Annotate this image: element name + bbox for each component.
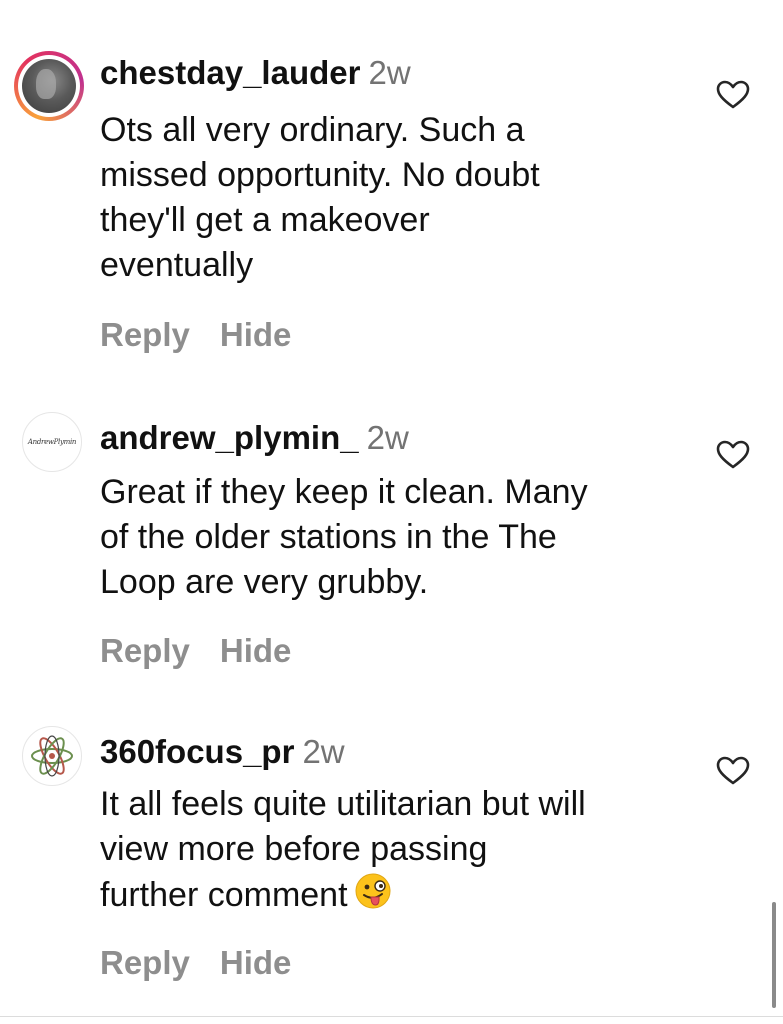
atom-logo-icon: [31, 735, 73, 777]
comment-text: Great if they keep it clean. Many of the…: [100, 470, 700, 605]
scrollbar[interactable]: [772, 902, 776, 1008]
comment-line: Great if they keep it clean. Many: [100, 473, 588, 511]
divider: [0, 1016, 783, 1017]
timestamp: 2w: [302, 733, 345, 770]
avatar-logo-text: AndrewPlymin: [27, 438, 77, 446]
heart-icon[interactable]: [716, 756, 750, 786]
winking-face-with-tongue-icon: [355, 873, 391, 909]
reply-button[interactable]: Reply: [100, 316, 190, 353]
heart-icon[interactable]: [716, 80, 750, 110]
timestamp: 2w: [366, 419, 409, 456]
avatar[interactable]: AndrewPlymin: [22, 412, 82, 472]
hide-button[interactable]: Hide: [220, 316, 292, 353]
comment-text: It all feels quite utilitarian but will …: [100, 782, 700, 918]
comment-line: they'll get a makeover: [100, 201, 430, 239]
comment-line: view more before passing: [100, 830, 488, 868]
profile-photo: [22, 59, 76, 113]
timestamp: 2w: [368, 54, 411, 91]
comment-header: andrew_plymin_ 2w: [100, 418, 409, 458]
comment-line: eventually: [100, 246, 254, 284]
comment-line: of the older stations in the The: [100, 518, 557, 556]
comment-line-with-emoji: further comment: [100, 872, 700, 918]
comment-actions: Reply Hide: [100, 944, 291, 982]
username[interactable]: andrew_plymin_: [100, 419, 359, 456]
reply-button[interactable]: Reply: [100, 944, 190, 981]
comment-line: It all feels quite utilitarian but will: [100, 785, 586, 823]
comment-line: Loop are very grubby.: [100, 563, 429, 601]
comment-line: Ots all very ordinary. Such a: [100, 111, 525, 149]
comment-actions: Reply Hide: [100, 632, 291, 670]
comments-list: chestday_lauder 2w Ots all very ordinary.…: [0, 0, 783, 1024]
comment-line: missed opportunity. No doubt: [100, 156, 540, 194]
hide-button[interactable]: Hide: [220, 632, 292, 669]
username[interactable]: chestday_lauder: [100, 54, 360, 91]
comment-line: further comment: [100, 876, 348, 914]
reply-button[interactable]: Reply: [100, 632, 190, 669]
avatar[interactable]: [22, 726, 82, 786]
comment-actions: Reply Hide: [100, 316, 291, 354]
comment-text: Ots all very ordinary. Such a missed opp…: [100, 108, 700, 288]
username[interactable]: 360focus_pr: [100, 733, 294, 770]
comment-header: chestday_lauder 2w: [100, 53, 411, 93]
avatar[interactable]: [14, 51, 84, 121]
hide-button[interactable]: Hide: [220, 944, 292, 981]
comment-header: 360focus_pr 2w: [100, 732, 345, 772]
heart-icon[interactable]: [716, 440, 750, 470]
